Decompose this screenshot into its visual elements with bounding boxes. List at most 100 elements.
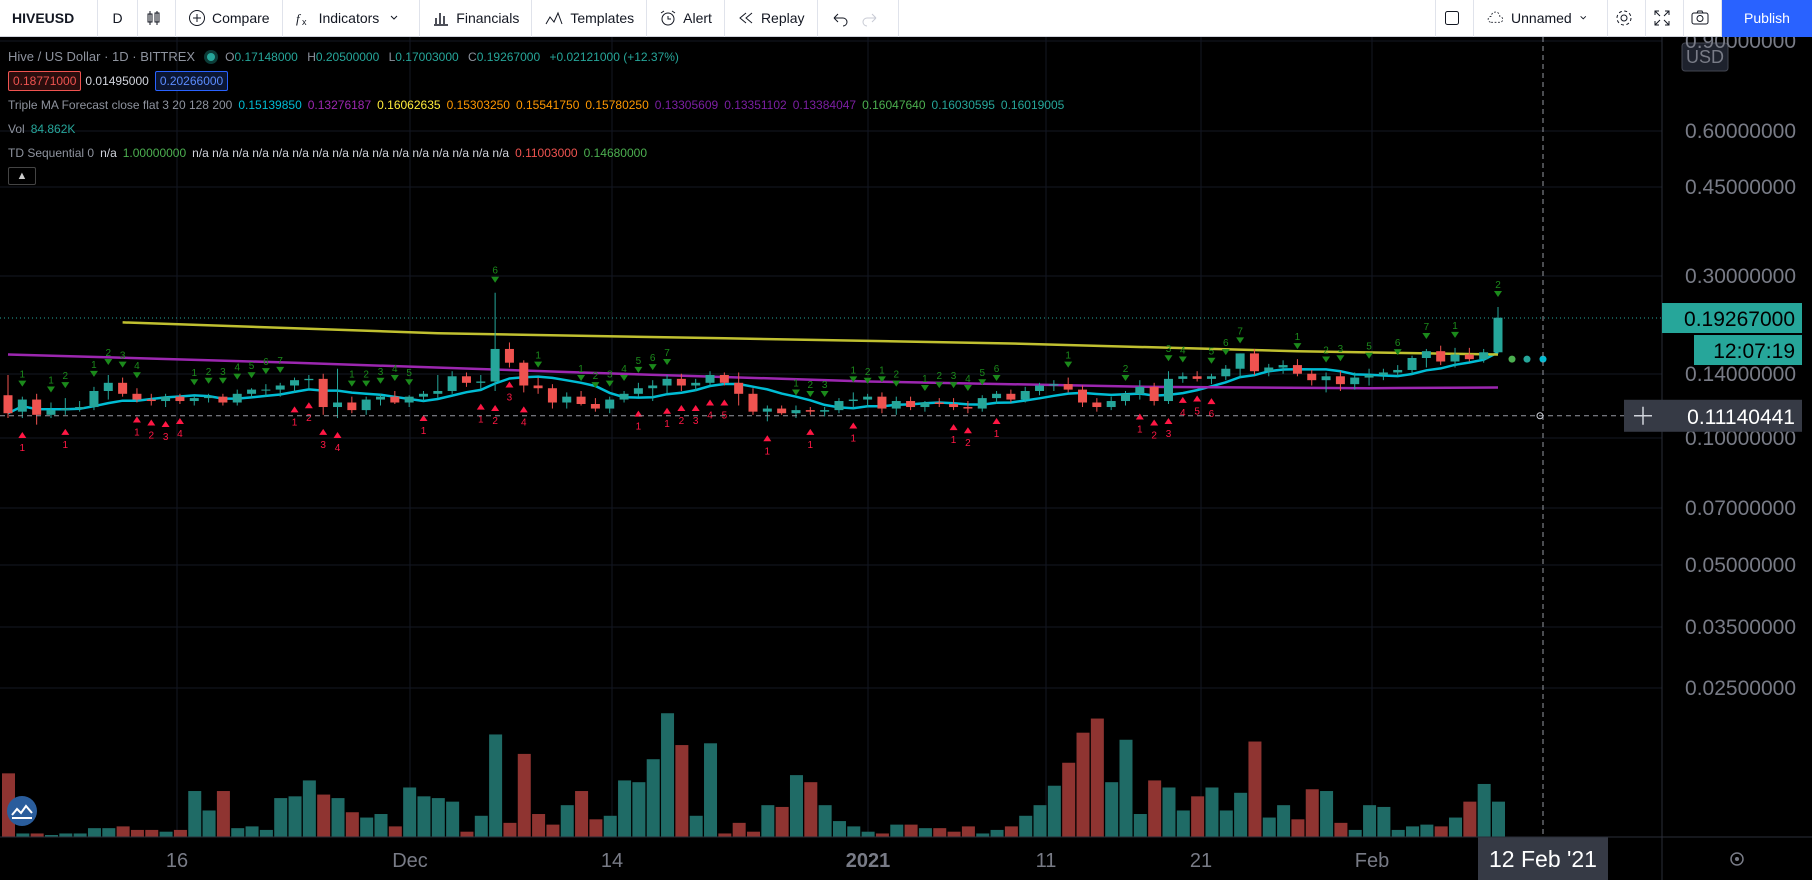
symbol-title[interactable]: Hive / US Dollar · 1D · BITTREX [8,49,195,65]
volume-bar [1262,817,1276,837]
tradingview-logo-icon[interactable] [7,796,37,826]
chevron-up-icon[interactable]: ▲ [8,167,36,185]
volume-bar [1062,762,1076,837]
candle-body [1092,402,1102,408]
td-sequential-row[interactable]: TD Sequential 0 n/a 1.00000000 n/a n/a n… [8,141,1064,165]
price-tick-label: 0.30000000 [1685,265,1796,288]
triple-ma-value: 0.15303250 [446,98,510,112]
indicators-button[interactable]: fx Indicators [283,0,421,37]
candle-body [648,385,658,389]
candle-body [218,396,228,403]
candle-body [1221,368,1231,377]
settings-button[interactable] [1608,0,1646,37]
alert-button[interactable]: Alert [647,0,725,37]
redo-icon[interactable] [858,9,882,27]
candle-body [719,375,729,383]
td-sell-count: 1 [1452,321,1458,332]
compare-button[interactable]: Compare [176,0,283,37]
volume-bar [890,824,904,837]
triple-ma-name: Triple MA Forecast close flat 3 20 128 2… [8,98,233,112]
symbol-search-button[interactable]: HIVEUSD [0,0,98,37]
td-sell-count: 7 [277,356,283,367]
templates-button[interactable]: Templates [532,0,648,37]
td-sell-count: 1 [191,368,197,379]
triple-ma-row[interactable]: Triple MA Forecast close flat 3 20 128 2… [8,93,1064,117]
save-layout-button[interactable]: Unnamed [1474,0,1608,37]
rewind-icon [739,12,753,24]
td-sell-count: 6 [994,364,1000,375]
volume-bar [661,713,675,837]
snapshot-button[interactable] [1684,0,1722,37]
alarm-clock-icon [660,10,676,26]
volume-bar [259,829,273,837]
td-sell-count: 6 [1395,338,1401,349]
fx-icon: fx [296,11,307,27]
candle-body [1206,376,1216,379]
candle-body [433,390,443,394]
candle-body [1307,373,1317,381]
bid-price[interactable]: 0.18771000 [8,71,82,91]
td-buy-count: 1 [808,440,814,451]
price-tick-label: 0.07000000 [1685,497,1796,520]
replay-button[interactable]: Replay [725,0,818,37]
time-tick-label: 14 [601,850,623,872]
candle-body [920,402,930,408]
undo-icon[interactable] [828,9,852,27]
volume-bar [775,806,789,837]
candle-body [1278,365,1288,368]
cloud-icon [1487,11,1504,23]
candle-body [1292,365,1302,374]
volume-row[interactable]: Vol 84.862K [8,117,1064,141]
ask-price[interactable]: 0.20266000 [154,71,229,91]
candle-body [834,401,844,411]
candle-body [1335,376,1345,385]
volume-bar [16,833,30,837]
volume-bar [1449,817,1463,837]
volume-bar [1363,805,1377,837]
candle-body [877,396,887,409]
volume-bar [446,801,460,837]
volume-bar [130,829,144,837]
volume-bar [961,826,975,837]
forecast-dot [1508,355,1516,363]
triple-ma-value: 0.15541750 [515,98,580,112]
candle-body [949,404,959,408]
td-sell-count: 6 [1223,338,1229,349]
layout-select-button[interactable] [1436,0,1474,37]
td-sell-count: 1 [578,364,584,375]
volume-bar [861,831,875,837]
volume-bar [489,734,503,837]
volume-bar [73,833,87,837]
chart-type-button[interactable] [138,0,176,37]
volume-bar [317,794,331,837]
triple-ma-value: 0.15139850 [238,98,302,112]
candle-body [1235,353,1245,369]
candle-body [619,393,629,400]
volume-value: 84.862K [30,122,76,136]
volume-bar [947,831,961,837]
volume-bar [388,826,402,837]
candle-body [347,402,357,411]
fullscreen-button[interactable] [1646,0,1684,37]
interval-button[interactable]: D [98,0,138,37]
volume-bar [618,780,632,837]
volume-bar [675,745,689,837]
candle-body [247,389,257,394]
price-tick-label: 0.05000000 [1685,554,1796,577]
candle-body [1264,367,1274,372]
chart-legend: Hive / US Dollar · 1D · BITTREX O0.17148… [8,45,1064,187]
financials-button[interactable]: Financials [420,0,533,37]
triple-ma-value: 0.15780250 [585,98,649,112]
volume-bar [1119,739,1133,837]
volume-bar [188,791,202,837]
candle-body [1450,354,1460,362]
volume-bar [345,812,359,837]
volume-bar [1391,829,1405,837]
volume-bar [202,810,216,837]
volume-bar [116,826,130,837]
legend-collapse-row: ▲ [8,165,1064,187]
volume-bar [1191,796,1205,837]
volume-bar [1148,780,1162,837]
publish-button[interactable]: Publish [1722,0,1812,37]
volume-bar [560,805,574,837]
